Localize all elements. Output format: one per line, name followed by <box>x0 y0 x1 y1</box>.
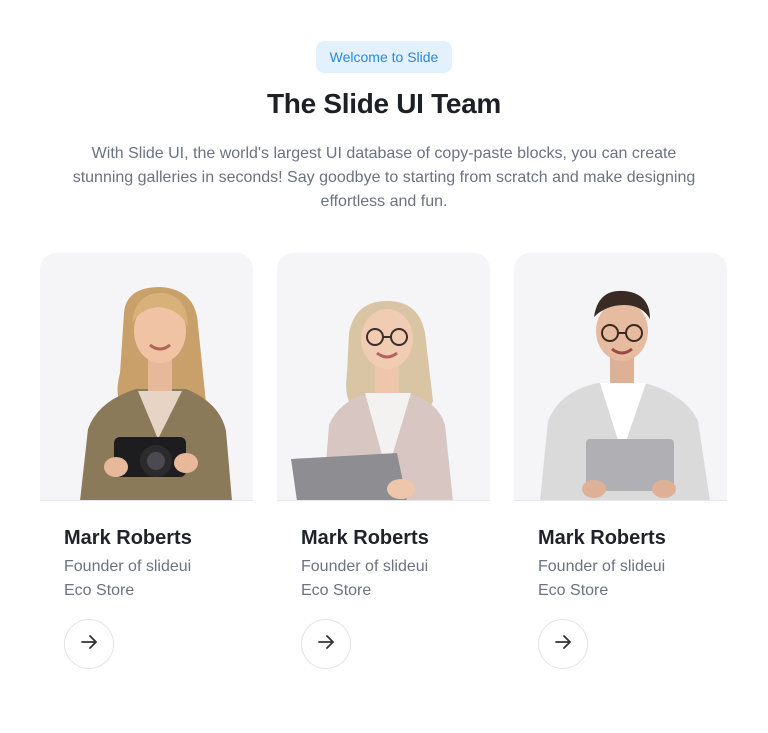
member-link-button[interactable] <box>64 619 114 669</box>
member-company: Eco Store <box>301 582 372 599</box>
team-card: Mark Roberts Founder of slideui Eco Stor… <box>277 253 490 683</box>
arrow-right-icon <box>316 632 336 657</box>
member-role: Founder of slideui <box>538 558 666 575</box>
member-role: Founder of slideui <box>64 558 192 575</box>
member-photo <box>277 253 490 501</box>
team-card: Mark Roberts Founder of slideui Eco Stor… <box>40 253 253 683</box>
member-company: Eco Store <box>64 582 135 599</box>
member-role: Founder of slideui <box>301 558 429 575</box>
team-card: Mark Roberts Founder of slideui Eco Stor… <box>514 253 727 683</box>
member-name: Mark Roberts <box>301 527 429 549</box>
member-name: Mark Roberts <box>64 527 192 549</box>
member-link-button[interactable] <box>301 619 351 669</box>
welcome-badge: Welcome to Slide <box>316 41 452 73</box>
arrow-right-icon <box>553 632 573 657</box>
member-company: Eco Store <box>538 582 609 599</box>
member-name: Mark Roberts <box>538 527 666 549</box>
arrow-right-icon <box>79 632 99 657</box>
page-description: With Slide UI, the world's largest UI da… <box>72 145 696 210</box>
member-photo <box>514 253 727 501</box>
member-link-button[interactable] <box>538 619 588 669</box>
page-title: The Slide UI Team <box>267 88 501 119</box>
member-photo <box>40 253 253 501</box>
